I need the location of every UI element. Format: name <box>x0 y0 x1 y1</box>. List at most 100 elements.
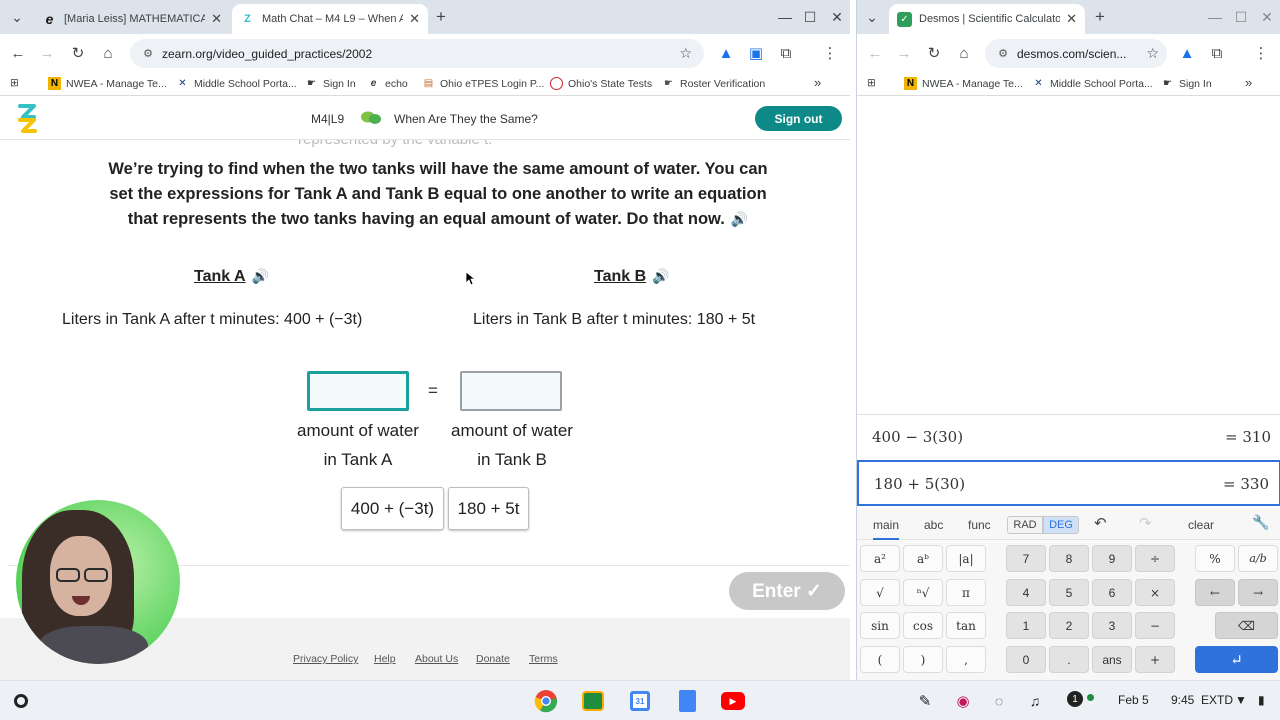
reload-icon[interactable]: ↻ <box>66 41 90 65</box>
tab-maria-leiss[interactable]: e [Maria Leiss] MATHEMATICAL ✕ <box>34 4 230 34</box>
new-tab-button[interactable]: + <box>430 6 452 28</box>
site-info-icon[interactable]: ⚙ <box>136 47 160 60</box>
expression-tile-tank-b[interactable]: 180 + 5t <box>448 487 529 530</box>
wrench-icon[interactable]: 🔧 <box>1252 514 1269 531</box>
chrome-icon[interactable] <box>533 688 559 714</box>
loading-icon[interactable]: ◌ <box>986 688 1012 714</box>
enter-button[interactable]: Enter ✓ <box>729 572 845 610</box>
zearn-logo-icon[interactable] <box>14 103 40 133</box>
classroom-icon[interactable] <box>580 688 606 714</box>
redo-icon[interactable]: ↷ <box>1139 514 1152 532</box>
bookmarks-more-icon[interactable]: » <box>814 75 821 90</box>
new-tab-button[interactable]: + <box>1089 6 1111 28</box>
expression-tile-tank-a[interactable]: 400 + (−3t) <box>341 487 444 530</box>
youtube-icon[interactable]: ▶ <box>720 688 746 714</box>
close-window-icon[interactable]: ✕ <box>1255 6 1279 28</box>
bookmark-star-icon[interactable]: ☆ <box>679 45 692 62</box>
bookmark-middle-school[interactable]: ✕ Middle School Porta... <box>1032 77 1152 90</box>
tab-math-chat[interactable]: Z Math Chat – M4 L9 – When Are ✕ <box>232 4 428 34</box>
bookmark-nwea[interactable]: N NWEA - Manage Te... <box>48 77 167 90</box>
tab-desmos[interactable]: ✓ Desmos | Scientific Calculator ✕ <box>889 4 1085 34</box>
pen-icon[interactable]: ✎ <box>912 688 938 714</box>
answer-box-tank-b[interactable] <box>460 371 562 411</box>
playlist-icon[interactable]: ♫ <box>1022 688 1048 714</box>
maximize-icon[interactable]: ☐ <box>798 6 822 28</box>
key-3[interactable]: 3 <box>1092 612 1132 639</box>
extensions-icon[interactable]: ⧉ <box>1205 41 1229 65</box>
screen-record-icon[interactable]: ◉ <box>950 688 976 714</box>
key-sin[interactable]: sin <box>860 612 900 639</box>
key-pi[interactable]: π <box>946 579 986 606</box>
apps-icon[interactable]: ⊞ <box>867 77 876 89</box>
answer-box-tank-a[interactable] <box>307 371 409 411</box>
back-icon[interactable]: ← <box>863 41 887 65</box>
key-percent[interactable]: % <box>1195 545 1235 572</box>
donate-link[interactable]: Donate <box>476 653 510 665</box>
battery-icon[interactable]: ▮ <box>1258 693 1265 707</box>
apps-icon[interactable]: ⊞ <box>10 77 19 89</box>
bookmark-ohio-etpes[interactable]: ▤ Ohio eTPES Login P... <box>422 77 545 90</box>
close-icon[interactable]: ✕ <box>1066 11 1077 27</box>
drive-icon[interactable]: ▲ <box>1175 41 1199 65</box>
key-plus[interactable]: + <box>1135 646 1175 673</box>
date-text[interactable]: Feb 5 <box>1118 693 1149 707</box>
speaker-icon[interactable]: 🔊 <box>652 268 669 285</box>
docs-icon[interactable] <box>674 688 700 714</box>
bookmark-sign-in[interactable]: ☛ Sign In <box>1161 77 1212 90</box>
key-1[interactable]: 1 <box>1006 612 1046 639</box>
rad-toggle[interactable]: RAD <box>1007 516 1043 534</box>
terms-link[interactable]: Terms <box>529 653 558 665</box>
close-window-icon[interactable]: ✕ <box>825 6 849 28</box>
key-tan[interactable]: tan <box>946 612 986 639</box>
bookmark-sign-in[interactable]: ☛ Sign In <box>305 77 356 90</box>
notification-count[interactable]: 1 <box>1067 691 1083 707</box>
save-icon[interactable]: ▣ <box>744 41 768 65</box>
bookmark-echo[interactable]: e echo <box>367 77 408 90</box>
help-link[interactable]: Help <box>374 653 396 665</box>
back-icon[interactable]: ← <box>6 41 30 65</box>
tab-abc[interactable]: abc <box>924 518 943 532</box>
key-open-paren[interactable]: ( <box>860 646 900 673</box>
key-left-arrow[interactable]: ← <box>1195 579 1235 606</box>
enter-key-icon[interactable]: ↵ <box>1195 646 1278 673</box>
tab-main[interactable]: main <box>873 518 900 541</box>
webcam-bubble[interactable] <box>16 500 180 664</box>
forward-icon[interactable]: → <box>892 41 916 65</box>
key-a-squared[interactable]: a² <box>860 545 900 572</box>
key-2[interactable]: 2 <box>1049 612 1089 639</box>
key-abs[interactable]: |a| <box>946 545 986 572</box>
undo-icon[interactable]: ↶ <box>1094 514 1107 532</box>
key-8[interactable]: 8 <box>1049 545 1089 572</box>
menu-icon[interactable]: ⋮ <box>1249 41 1273 65</box>
key-right-arrow[interactable]: → <box>1238 579 1278 606</box>
key-nth-root[interactable]: ⁿ√ <box>903 579 943 606</box>
sign-out-button[interactable]: Sign out <box>755 106 842 131</box>
menu-icon[interactable]: ⋮ <box>818 41 842 65</box>
time-text[interactable]: 9:45 <box>1171 693 1194 707</box>
key-minus[interactable]: − <box>1135 612 1175 639</box>
key-0[interactable]: 0 <box>1006 646 1046 673</box>
key-a-power-b[interactable]: aᵇ <box>903 545 943 572</box>
address-bar[interactable]: ⚙ desmos.com/scien... ☆ <box>985 39 1167 68</box>
key-close-paren[interactable]: ) <box>903 646 943 673</box>
key-4[interactable]: 4 <box>1006 579 1046 606</box>
minimize-icon[interactable]: — <box>773 6 797 28</box>
speaker-icon[interactable]: 🔊 <box>252 268 269 285</box>
key-comma[interactable]: , <box>946 646 986 673</box>
tab-search-icon[interactable]: ⌄ <box>6 6 28 28</box>
forward-icon[interactable]: → <box>35 41 59 65</box>
bookmark-star-icon[interactable]: ☆ <box>1146 45 1159 62</box>
key-fraction[interactable]: a/b <box>1238 545 1278 572</box>
tab-search-icon[interactable]: ⌄ <box>861 6 883 28</box>
deg-toggle[interactable]: DEG <box>1043 516 1079 534</box>
minimize-icon[interactable]: — <box>1203 6 1227 28</box>
expression-row-2[interactable]: 180 + 5(30) = 330 <box>857 460 1280 506</box>
reload-icon[interactable]: ↻ <box>922 41 946 65</box>
close-icon[interactable]: ✕ <box>409 11 420 27</box>
bookmarks-more-icon[interactable]: » <box>1245 75 1252 90</box>
key-decimal[interactable]: . <box>1049 646 1089 673</box>
speaker-icon[interactable]: 🔊 <box>731 207 748 232</box>
backspace-icon[interactable]: ⌫ <box>1215 612 1278 639</box>
key-multiply[interactable]: × <box>1135 579 1175 606</box>
home-icon[interactable]: ⌂ <box>96 41 120 65</box>
